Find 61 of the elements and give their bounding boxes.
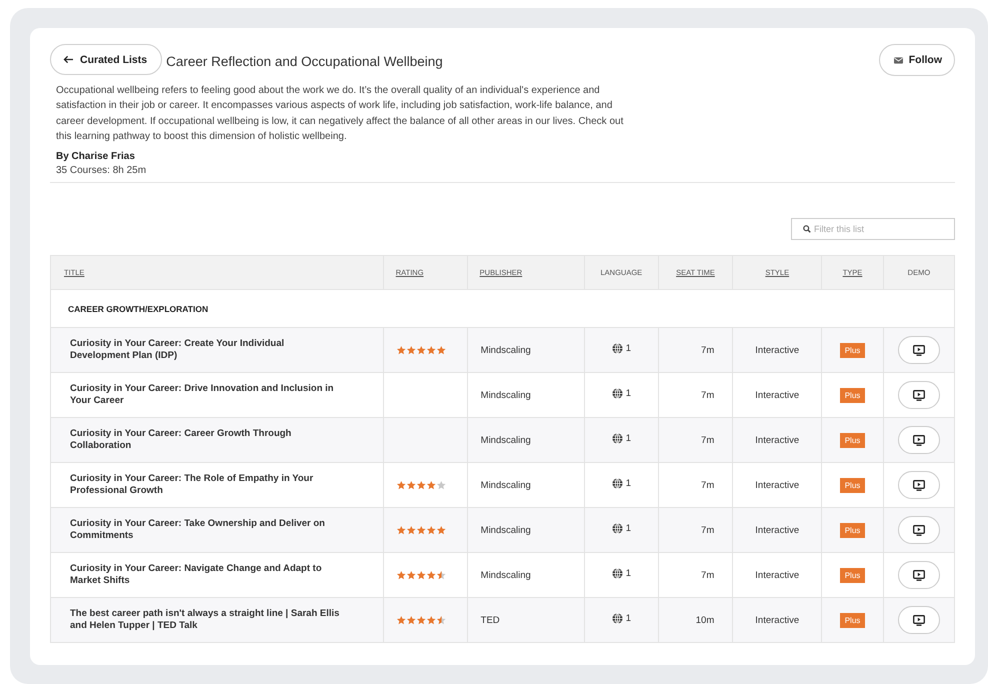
course-title[interactable]: Curiosity in Your Career: Take Ownership and Deliver on Commitments — [50, 508, 384, 553]
page-title: Career Reflection and Occupational Wellbeing — [166, 54, 443, 68]
play-screen-icon — [912, 390, 925, 401]
publisher-cell: TED — [467, 598, 585, 643]
type-tag: Plus — [840, 342, 866, 358]
demo-button[interactable] — [898, 381, 940, 410]
publisher-cell: Mindscaling — [467, 418, 585, 463]
demo-button[interactable] — [898, 561, 940, 590]
course-title[interactable]: Curiosity in Your Career: Career Growth Through Collaboration — [50, 418, 384, 463]
type-tag: Plus — [840, 432, 866, 448]
follow-button[interactable]: Follow — [878, 44, 955, 76]
language-count: 1 — [626, 478, 631, 490]
filter-field[interactable]: Filter this list — [791, 218, 955, 240]
play-screen-icon — [912, 570, 925, 581]
type-tag: Plus — [840, 568, 866, 583]
language-count: 1 — [626, 568, 631, 580]
play-screen-icon — [912, 480, 925, 491]
demo-button[interactable] — [898, 336, 940, 364]
seat-time-cell: 7m — [658, 508, 733, 553]
author-name: By Charise Frias — [56, 151, 136, 162]
description: Occupational wellbeing refers to feeling good about the work we do. It’s the overall quality of an individual's experience and satisfaction in their job or career. It encompasses various aspects of work life, including job satisfaction, work-life balance, and career development. If occupational wellbeing is low, it can negatively affect the balance of all other areas in our lives. Check out this learning pathway to boost this dimension of holistic wellbeing. — [56, 84, 624, 144]
type-tag: Plus — [840, 522, 866, 538]
play-screen-icon — [912, 434, 925, 446]
style-cell: Interactive — [732, 508, 822, 553]
demo-button[interactable] — [898, 606, 940, 634]
type-tag: Plus — [840, 478, 866, 493]
language-count: 1 — [626, 433, 631, 444]
style-cell: Interactive — [732, 328, 822, 373]
language-count: 1 — [626, 343, 631, 354]
course-title[interactable]: Curiosity in Your Career: Create Your Individual Development Plan (IDP) — [50, 328, 384, 373]
globe-icon — [612, 613, 623, 624]
play-screen-icon — [912, 524, 925, 536]
globe-icon — [612, 568, 623, 580]
course-title[interactable]: The best career path isn't always a straight line | Sarah Ellis and Helen Tupper | TED Talk — [50, 598, 384, 643]
style-cell: Interactive — [732, 418, 822, 463]
back-button[interactable]: Curated Lists — [50, 44, 162, 75]
globe-icon — [612, 523, 623, 534]
language-count: 1 — [626, 613, 631, 624]
language-count: 1 — [626, 388, 631, 400]
demo-button[interactable] — [898, 426, 940, 454]
seat-time-cell: 7m — [658, 328, 733, 373]
type-tag: Plus — [840, 388, 866, 403]
globe-icon — [612, 433, 623, 444]
globe-icon — [612, 478, 623, 490]
demo-button[interactable] — [898, 471, 940, 500]
envelope-icon — [894, 56, 903, 64]
seat-time-cell: 7m — [658, 418, 733, 463]
back-arrow-icon — [63, 55, 74, 64]
demo-button[interactable] — [898, 516, 940, 544]
type-tag: Plus — [840, 612, 866, 628]
globe-icon — [612, 388, 623, 400]
play-screen-icon — [912, 614, 925, 626]
play-screen-icon — [912, 344, 925, 356]
language-count: 1 — [626, 523, 631, 534]
seat-time-cell: 10m — [658, 598, 733, 643]
publisher-cell: Mindscaling — [467, 328, 585, 373]
publisher-cell: Mindscaling — [467, 508, 585, 553]
course-summary: 35 Courses: 8h 25m — [56, 165, 148, 176]
style-cell: Interactive — [732, 598, 822, 643]
search-icon — [803, 225, 811, 234]
globe-icon — [612, 343, 623, 354]
